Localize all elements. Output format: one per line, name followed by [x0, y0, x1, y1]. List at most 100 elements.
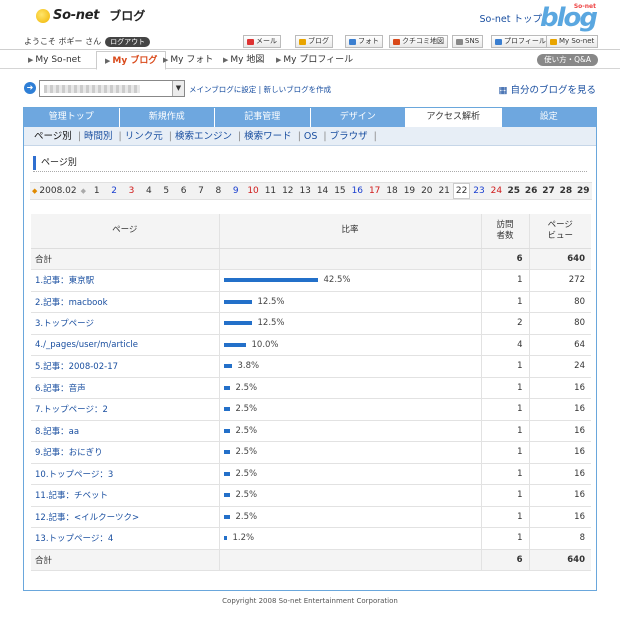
service-photo[interactable]: フォト: [345, 35, 383, 48]
date-day-link[interactable]: 29: [575, 186, 592, 196]
page-link[interactable]: 8.記事：aa: [35, 427, 79, 437]
blog-select[interactable]: ▼: [39, 80, 185, 97]
service-map[interactable]: クチコミ地図: [389, 35, 448, 48]
date-day-link[interactable]: 9: [227, 186, 244, 196]
total-label: 合計: [31, 549, 220, 571]
date-day-link[interactable]: 15: [331, 186, 348, 196]
date-day-link[interactable]: 16: [349, 186, 366, 196]
service-mysonet[interactable]: My So-net: [546, 35, 599, 48]
blog-logo[interactable]: blog So-net: [540, 3, 598, 33]
service-blog[interactable]: ブログ: [295, 35, 333, 48]
date-day-link[interactable]: 19: [401, 186, 418, 196]
total-visits: 6: [481, 248, 530, 270]
sonet-top-link[interactable]: So-net トップ: [479, 11, 542, 25]
page-link[interactable]: 2.記事：macbook: [35, 298, 108, 308]
sonet-logo[interactable]: So-net ブログ: [36, 7, 145, 24]
nav-my-map[interactable]: ▶ My 地図: [223, 51, 264, 69]
subtab-by-time[interactable]: 時間別: [84, 131, 113, 142]
welcome-label: ようこそ ボギー さん: [24, 37, 102, 46]
date-day-link[interactable]: 6: [175, 186, 192, 196]
date-day-link[interactable]: 23: [470, 186, 487, 196]
page-link[interactable]: 12.記事：<イルクーツク>: [35, 513, 139, 523]
new-blog-link[interactable]: 新しいブログを作成: [264, 85, 332, 94]
page-link[interactable]: 11.記事：チベット: [35, 491, 108, 501]
subtab-browser[interactable]: ブラウザ: [330, 131, 368, 142]
ratio-bar: [223, 536, 227, 540]
subtab-referrer[interactable]: リンク元: [125, 131, 163, 142]
date-day-link[interactable]: 22: [452, 183, 471, 199]
arrow-circle-icon[interactable]: ➜: [24, 82, 36, 94]
visits-cell: 2: [481, 312, 530, 335]
subtab-search-engine[interactable]: 検索エンジン: [175, 131, 232, 142]
chevron-down-icon[interactable]: ▼: [172, 81, 184, 96]
nav-my-photo[interactable]: ▶ My フォト: [163, 51, 213, 69]
current-month: 2008.02: [39, 186, 77, 196]
blog-name-blurred: [44, 85, 140, 93]
table-row: 8.記事：aa 2.5% 1 16: [31, 420, 591, 442]
nav-my-sonet[interactable]: ▶ My So-net: [28, 51, 81, 69]
date-day-link[interactable]: 7: [192, 186, 209, 196]
date-day-link[interactable]: 20: [418, 186, 435, 196]
nav-label: My So-net: [35, 55, 81, 65]
col-header-visits: 訪問 者数: [481, 214, 530, 249]
date-day-link[interactable]: 17: [366, 186, 383, 196]
prev-month-icon[interactable]: ◆: [32, 187, 37, 195]
date-day-link[interactable]: 28: [557, 186, 574, 196]
profile-icon: [495, 38, 502, 45]
next-month-icon[interactable]: ◆: [81, 187, 86, 195]
tab-design[interactable]: デザイン: [310, 108, 406, 127]
page-link[interactable]: 4./_pages/user/m/article: [35, 340, 138, 350]
date-day-link[interactable]: 25: [505, 186, 522, 196]
date-day-link[interactable]: 11: [262, 186, 279, 196]
page-link[interactable]: 3.トップページ: [35, 319, 94, 329]
blog-view-icon: ▦: [498, 85, 511, 96]
tab-access-analytics[interactable]: アクセス解析: [406, 108, 502, 127]
date-day-link[interactable]: 5: [158, 186, 175, 196]
service-mail[interactable]: メール: [243, 35, 281, 48]
nav-my-profile[interactable]: ▶ My プロフィール: [276, 51, 353, 69]
nav-my-blog[interactable]: ▶ My ブログ: [96, 51, 167, 70]
service-label: メール: [256, 37, 277, 45]
subtab-search-word[interactable]: 検索ワード: [244, 131, 292, 142]
page-link[interactable]: 7.トップページ：2: [35, 405, 108, 415]
date-day-link[interactable]: 26: [522, 186, 539, 196]
date-day-link[interactable]: 2: [105, 186, 122, 196]
page-stats-table: ページ 比率 訪問 者数 ページ ビュー 合計 6 640 1.記事：東京駅 42…: [31, 214, 591, 571]
date-day-link[interactable]: 4: [140, 186, 157, 196]
page-link[interactable]: 6.記事：音声: [35, 384, 86, 394]
date-day-link[interactable]: 27: [540, 186, 557, 196]
service-sns[interactable]: SNS: [452, 35, 484, 48]
service-profile[interactable]: プロフィール: [491, 35, 550, 48]
date-day-link[interactable]: 12: [279, 186, 296, 196]
service-label: クチコミ地図: [402, 37, 444, 45]
tab-new-post[interactable]: 新規作成: [119, 108, 215, 127]
date-day-link[interactable]: 18: [383, 186, 400, 196]
page-link[interactable]: 1.記事：東京駅: [35, 276, 94, 286]
page-link[interactable]: 9.記事：おにぎり: [35, 448, 103, 458]
date-day-link[interactable]: 10: [244, 186, 261, 196]
page-link[interactable]: 5.記事：2008-02-17: [35, 362, 118, 372]
tab-dashboard[interactable]: 管理トップ: [24, 108, 120, 127]
view-own-blog-link[interactable]: ▦ 自分のブログを見る: [498, 82, 596, 96]
views-cell: 80: [529, 312, 591, 335]
page-link[interactable]: 10.トップページ：3: [35, 470, 113, 480]
subtab-os[interactable]: OS: [304, 131, 318, 142]
blog-select-row: ➜ ▼ メインブログに設定 | 新しいブログを作成 ▦ 自分のブログを見る: [0, 80, 620, 98]
date-day-link[interactable]: 14: [314, 186, 331, 196]
ratio-percent: 2.5%: [235, 490, 258, 500]
date-day-link[interactable]: 8: [210, 186, 227, 196]
help-button[interactable]: 使い方・Q&A: [537, 54, 598, 66]
date-day-link[interactable]: 3: [123, 186, 140, 196]
tab-settings[interactable]: 設定: [501, 108, 596, 127]
date-day-link[interactable]: 1: [88, 186, 105, 196]
section-divider: [33, 171, 587, 172]
logout-button[interactable]: ログアウト: [105, 37, 151, 47]
tab-articles[interactable]: 記事管理: [215, 108, 311, 127]
date-day-link[interactable]: 24: [488, 186, 505, 196]
page-link[interactable]: 13.トップページ：4: [35, 534, 113, 544]
set-main-blog-link[interactable]: メインブログに設定: [189, 85, 256, 94]
service-label: プロフィール: [504, 37, 546, 45]
subtab-by-page[interactable]: ページ別: [34, 131, 72, 142]
date-day-link[interactable]: 13: [297, 186, 314, 196]
date-day-link[interactable]: 21: [436, 186, 453, 196]
